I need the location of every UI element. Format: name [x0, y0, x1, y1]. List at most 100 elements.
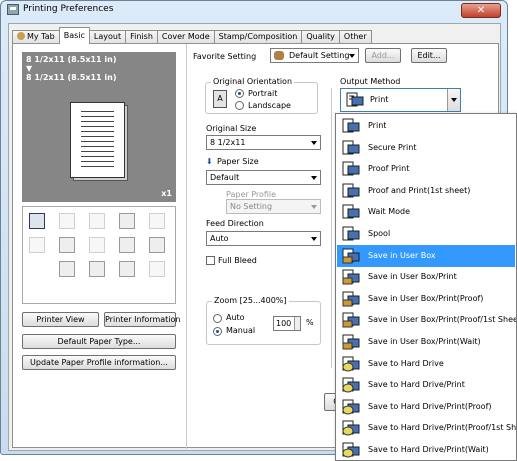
- output-option[interactable]: Proof Print: [337, 158, 515, 180]
- tab-quality[interactable]: Quality: [301, 30, 340, 43]
- zoom-auto-radio[interactable]: [213, 314, 222, 323]
- output-option-icon: [342, 377, 360, 393]
- output-option[interactable]: Spool: [337, 223, 515, 245]
- paper-size-label: Paper Size: [217, 157, 259, 166]
- output-option[interactable]: Save to Hard Drive: [337, 353, 515, 375]
- account-icon[interactable]: [89, 261, 105, 277]
- chevron-down-icon: [451, 98, 457, 102]
- zoom-value-input[interactable]: 100: [273, 316, 301, 331]
- landscape-radio[interactable]: [235, 101, 244, 110]
- watermark-icon[interactable]: [149, 261, 165, 277]
- printer-view-button[interactable]: Printer View: [22, 312, 99, 327]
- output-option[interactable]: Secure Print: [337, 137, 515, 159]
- paper-size-select[interactable]: Default: [206, 170, 321, 185]
- output-option-label: Save in User Box/Print: [368, 272, 457, 282]
- output-option[interactable]: Wait Mode: [337, 201, 515, 223]
- output-option-label: Print: [368, 121, 387, 130]
- output-option[interactable]: Save in User Box/Print(Proof): [337, 288, 515, 310]
- output-option[interactable]: Save in User Box/Print(Wait): [337, 331, 515, 353]
- favorite-setting-select[interactable]: Default Setting: [270, 48, 359, 63]
- fold-icon[interactable]: [89, 237, 105, 253]
- duplex-icon[interactable]: [29, 237, 45, 253]
- output-option[interactable]: Save in User Box/Print: [337, 266, 515, 288]
- output-option-icon: [342, 248, 360, 264]
- divider-right: [331, 88, 332, 368]
- print-mode-icon[interactable]: [29, 213, 45, 229]
- full-bleed-label: Full Bleed: [218, 256, 257, 265]
- staple-icon[interactable]: [59, 213, 75, 229]
- punch-icon[interactable]: [149, 213, 165, 229]
- print-preview: 8 1/2x11 (8.5x11 in) ▼ 8 1/2x11 (8.5x11 …: [22, 52, 176, 202]
- zoom-unit: %: [306, 318, 314, 327]
- default-paper-type-button[interactable]: Default Paper Type...: [22, 334, 176, 349]
- output-option-label: Save to Hard Drive/Print(Proof/1st Sheet…: [368, 423, 517, 433]
- landscape-label: Landscape: [248, 101, 291, 110]
- zoom-auto-label: Auto: [226, 313, 245, 322]
- output-option[interactable]: Save to Hard Drive/Print(Proof): [337, 396, 515, 418]
- offset-icon[interactable]: [149, 237, 165, 253]
- feed-direction-label: Feed Direction: [206, 219, 264, 228]
- collate-icon[interactable]: [119, 213, 135, 229]
- orientation-group: Original Orientation A Portrait Landscap…: [205, 77, 318, 114]
- layout-icon[interactable]: [119, 237, 135, 253]
- portrait-radio[interactable]: [235, 89, 244, 98]
- output-option[interactable]: Save to Hard Drive/Print: [337, 374, 515, 396]
- output-option-label: Save to Hard Drive/Print(Wait): [368, 445, 489, 454]
- output-option-label: Save to Hard Drive/Print: [368, 380, 465, 390]
- paper-profile-select[interactable]: No Setting: [226, 199, 321, 214]
- output-option-icon: [342, 291, 360, 307]
- dropdown-button[interactable]: [447, 89, 460, 111]
- output-option-icon: [342, 420, 360, 436]
- zoom-spinner[interactable]: [294, 317, 300, 330]
- window-title: Printing Preferences: [23, 4, 114, 14]
- feed-direction-value: Auto: [210, 234, 229, 243]
- paper-profile-value: No Setting: [230, 202, 273, 211]
- stamp-icon[interactable]: [119, 261, 135, 277]
- tab-layout[interactable]: Layout: [88, 30, 127, 43]
- output-option[interactable]: Save to Hard Drive/Print(Wait): [337, 439, 515, 460]
- preview-copies: x1: [161, 189, 172, 198]
- preview-arrow: ▼: [26, 64, 33, 73]
- output-option-icon: [342, 334, 360, 350]
- output-option-label: Save to Hard Drive: [368, 358, 444, 368]
- edit-favorite-button[interactable]: Edit...: [411, 48, 447, 63]
- output-option-label: Secure Print: [368, 142, 417, 152]
- update-paper-profile-button[interactable]: Update Paper Profile information...: [22, 355, 176, 370]
- user-icon[interactable]: [59, 261, 75, 277]
- output-option-icon: [342, 442, 360, 458]
- output-option-icon: [342, 312, 360, 328]
- output-option[interactable]: Save to Hard Drive/Print(Proof/1st Sheet…: [337, 417, 517, 439]
- output-option[interactable]: Print: [337, 115, 515, 137]
- output-option[interactable]: Save in User Box/Print(Proof/1st Sheet): [337, 309, 517, 331]
- zoom-manual-radio[interactable]: [213, 327, 222, 336]
- output-option-label: Save in User Box/Print(Wait): [368, 337, 481, 346]
- printer-information-button[interactable]: Printer Information: [104, 312, 180, 327]
- output-method-dropdown-list: Print Secure Print Proof Print Proof and Pr…: [335, 113, 517, 461]
- close-button[interactable]: ✕: [461, 3, 501, 18]
- output-option[interactable]: Proof and Print(1st sheet): [337, 180, 515, 202]
- original-size-select[interactable]: 8 1/2x11: [206, 135, 321, 150]
- output-method-select[interactable]: Print: [340, 88, 461, 112]
- booklet-icon[interactable]: [59, 237, 75, 253]
- tab-other[interactable]: Other: [338, 30, 372, 43]
- favorite-icon: [274, 51, 284, 60]
- zoom-value: 100: [276, 319, 292, 328]
- person-icon: [17, 32, 25, 40]
- function-icon-grid: [22, 206, 176, 304]
- printer-icon: [7, 4, 19, 15]
- output-option-label: Save in User Box/Print(Proof/1st Sheet): [368, 315, 517, 325]
- tab-finish[interactable]: Finish: [125, 30, 158, 43]
- tab-my-tab[interactable]: My Tab: [12, 30, 60, 43]
- output-option[interactable]: Save in User Box: [337, 244, 515, 267]
- output-option-icon: [342, 161, 360, 177]
- add-favorite-button[interactable]: Add...: [365, 48, 401, 63]
- output-option-label: Spool: [368, 229, 391, 238]
- tab-cover-mode[interactable]: Cover Mode: [156, 30, 215, 43]
- copies-icon[interactable]: [89, 213, 105, 229]
- feed-direction-select[interactable]: Auto: [206, 231, 321, 246]
- arrow-down-icon: ⬇: [206, 157, 213, 166]
- tab-stamp-composition[interactable]: Stamp/Composition: [213, 30, 303, 43]
- full-bleed-checkbox[interactable]: [206, 256, 215, 265]
- output-option-label: Proof and Print(1st sheet): [368, 185, 471, 195]
- tab-basic[interactable]: Basic: [58, 27, 90, 44]
